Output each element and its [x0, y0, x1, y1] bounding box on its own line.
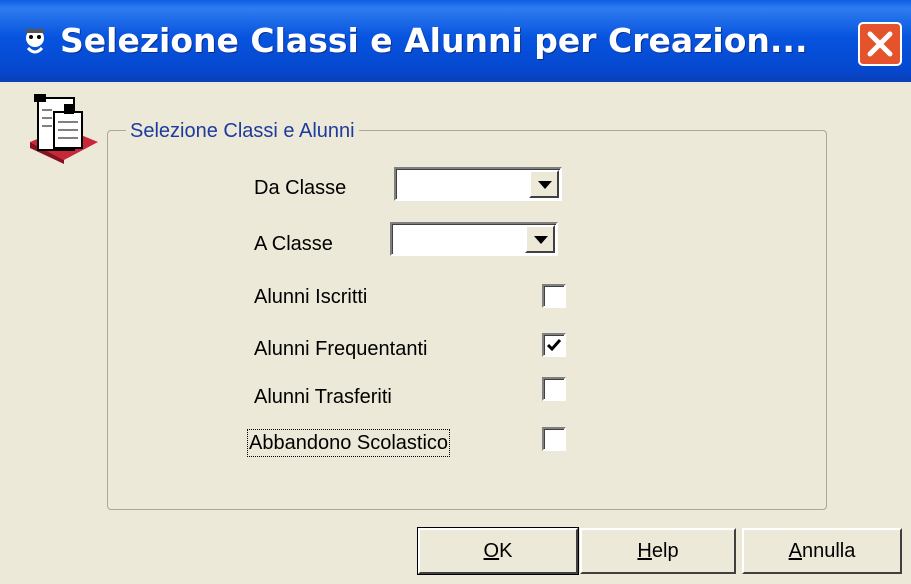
alunni-frequentanti-label: Alunni Frequentanti	[254, 338, 428, 360]
groupbox-legend: Selezione Classi e Alunni	[126, 119, 359, 143]
annulla-button[interactable]: Annulla	[742, 528, 902, 574]
help-button[interactable]: Help	[580, 528, 736, 574]
dialog-window: Selezione Classi e Alunni per Creazion..…	[0, 0, 911, 584]
close-button[interactable]	[858, 22, 902, 66]
alunni-trasferiti-label: Alunni Trasferiti	[254, 386, 392, 408]
document-printer-icon	[30, 94, 98, 164]
a-classe-dropdown[interactable]	[390, 222, 558, 256]
chevron-down-icon	[534, 236, 548, 244]
ok-button[interactable]: OK	[417, 527, 579, 575]
app-icon	[26, 29, 44, 54]
window-title: Selezione Classi e Alunni per Creazion..…	[60, 21, 808, 60]
da-classe-dropdown-button[interactable]	[529, 170, 559, 198]
chevron-down-icon	[538, 181, 552, 189]
a-classe-label: A Classe	[254, 233, 333, 255]
alunni-iscritti-checkbox[interactable]	[542, 284, 566, 308]
help-hotkey: H	[637, 540, 652, 562]
abbandono-scolastico-checkbox[interactable]	[542, 427, 566, 451]
alunni-trasferiti-checkbox[interactable]	[542, 377, 566, 401]
annulla-label-rest: nnulla	[801, 540, 856, 562]
alunni-frequentanti-checkbox[interactable]	[542, 333, 566, 357]
close-icon	[867, 31, 893, 57]
a-classe-dropdown-button[interactable]	[525, 225, 555, 253]
da-classe-label: Da Classe	[254, 177, 347, 199]
ok-hotkey: O	[483, 540, 500, 562]
title-bar[interactable]: Selezione Classi e Alunni per Creazion..…	[0, 0, 911, 82]
abbandono-scolastico-label: Abbandono Scolastico	[246, 429, 451, 457]
alunni-iscritti-label: Alunni Iscritti	[254, 286, 368, 308]
annulla-hotkey: A	[788, 540, 802, 562]
help-label-rest: elp	[651, 540, 679, 562]
check-icon	[546, 339, 562, 352]
da-classe-dropdown[interactable]	[394, 167, 562, 201]
ok-label-rest: K	[499, 540, 513, 562]
